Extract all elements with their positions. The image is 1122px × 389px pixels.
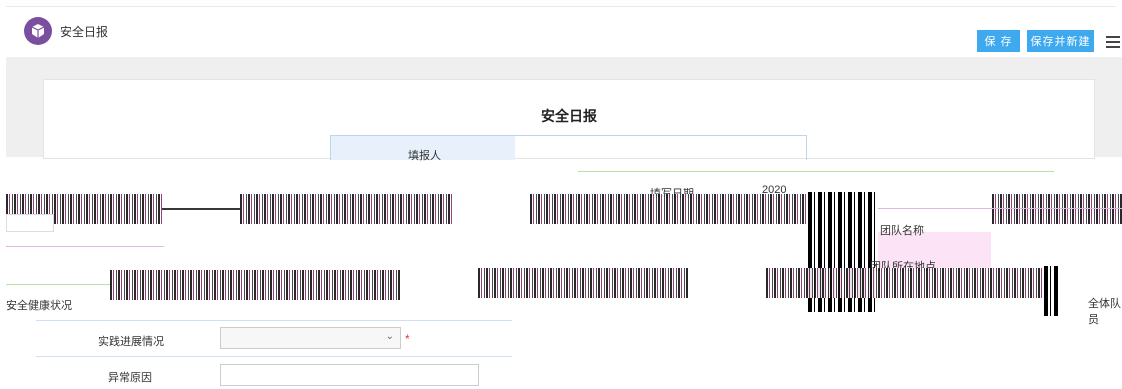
corrupted-region (1044, 266, 1060, 316)
divider-line (878, 208, 1122, 209)
save-and-new-button[interactable]: 保存并新建 (1027, 30, 1094, 52)
abnormal-reason-input[interactable] (220, 364, 479, 386)
app-header: 安全日报 保 存 保存并新建 (0, 7, 1122, 57)
corrupted-region (478, 268, 688, 298)
practice-progress-select[interactable]: ⌄ (220, 327, 401, 349)
divider-line (36, 356, 512, 357)
corrupted-region (766, 268, 1056, 298)
divider-line (36, 320, 512, 321)
divider-line (6, 284, 110, 285)
all-members-label: 全体队员 (1088, 298, 1121, 326)
corrupted-region (162, 208, 240, 210)
corrupted-region (110, 270, 400, 300)
box-icon (24, 17, 52, 45)
corrupted-region (530, 194, 806, 224)
chevron-down-icon: ⌄ (385, 331, 394, 342)
team-name-label: 团队名称 (880, 225, 924, 237)
save-button[interactable]: 保 存 (977, 30, 1020, 52)
safety-health-label: 安全健康状况 (6, 300, 72, 312)
list-menu-icon[interactable] (1106, 36, 1120, 48)
abnormal-reason-label: 异常原因 (108, 372, 152, 384)
practice-progress-label: 实践进展情况 (98, 336, 164, 348)
app-title: 安全日报 (60, 25, 109, 39)
form-title: 安全日报 (541, 108, 597, 124)
corrupted-region (240, 194, 452, 224)
divider-line (578, 171, 1054, 172)
divider-line (6, 246, 164, 247)
required-mark: * (405, 332, 410, 346)
corrupted-region (992, 194, 1122, 224)
text-field[interactable] (6, 214, 54, 232)
filler-label: 填报人 (408, 150, 441, 162)
